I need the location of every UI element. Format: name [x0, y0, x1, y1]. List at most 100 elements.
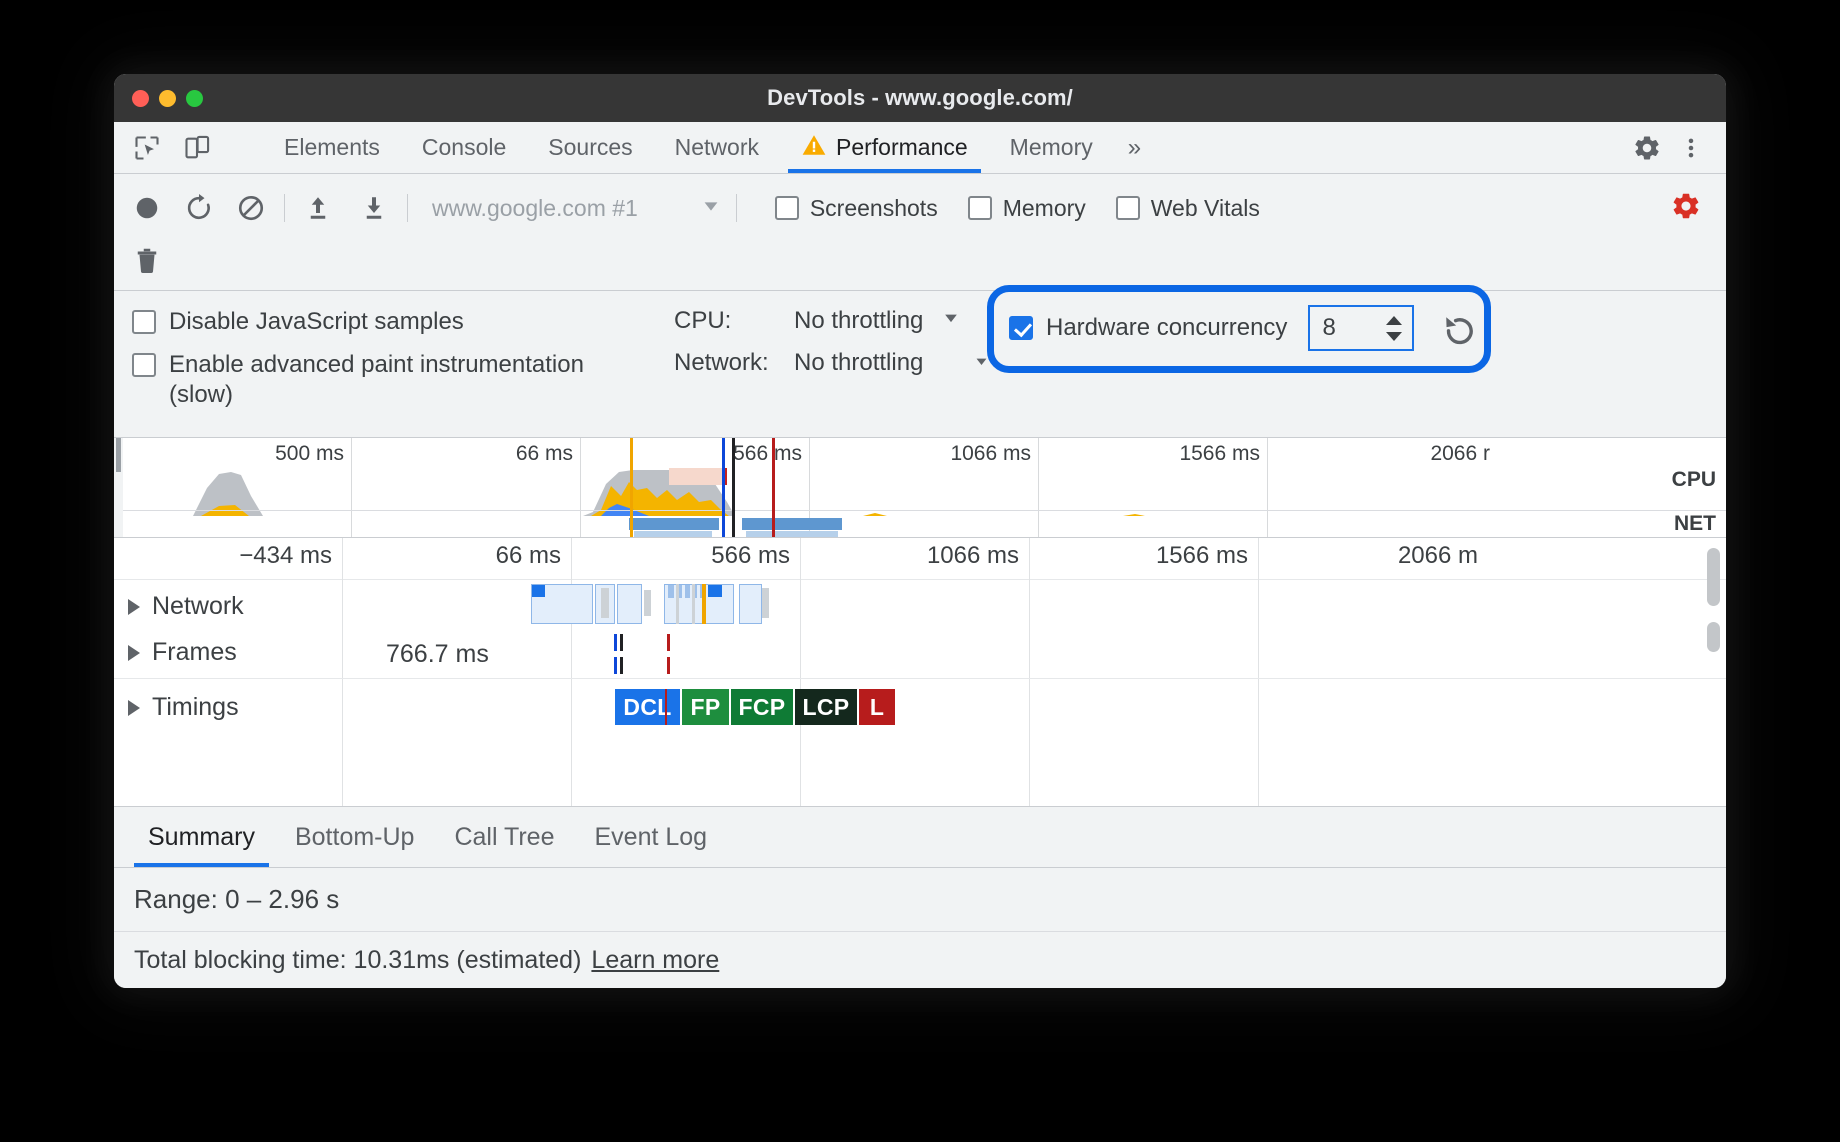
tracks-scrollbar-thumb[interactable]	[1707, 548, 1720, 606]
tab-event-log[interactable]: Event Log	[575, 807, 728, 867]
settings-left-column: Disable JavaScript samples Enable advanc…	[114, 301, 674, 423]
tab-summary-label: Summary	[148, 823, 255, 852]
status-bar: Total blocking time: 10.31ms (estimated)…	[114, 932, 1726, 988]
tab-call-tree[interactable]: Call Tree	[434, 807, 574, 867]
hardware-concurrency-input[interactable]: 8	[1308, 305, 1414, 351]
tab-bottom-up[interactable]: Bottom-Up	[275, 807, 434, 867]
window-title: DevTools - www.google.com/	[114, 85, 1726, 111]
advanced-paint-label: Enable advanced paint instrumentation (s…	[169, 350, 639, 411]
hardware-concurrency-value: 8	[1322, 314, 1335, 342]
web-vitals-checkbox[interactable]: Web Vitals	[1116, 195, 1260, 222]
overview-tick-2: 566 ms	[733, 442, 802, 466]
overview-tick-5: 2066 r	[1430, 442, 1490, 466]
tab-bottom-up-label: Bottom-Up	[295, 823, 414, 852]
track-network-header[interactable]: Network	[128, 592, 244, 621]
track-row-network[interactable]: Network	[114, 580, 1726, 630]
capture-settings-button[interactable]	[1670, 190, 1726, 227]
timing-chip-l[interactable]: L	[859, 689, 895, 725]
disable-js-samples-row[interactable]: Disable JavaScript samples	[132, 307, 674, 338]
screen: DevTools - www.google.com/	[0, 0, 1840, 1142]
network-request-bar[interactable]	[664, 584, 734, 624]
expand-chevron-right-icon[interactable]	[128, 700, 140, 716]
hardware-concurrency-stepper[interactable]	[1384, 315, 1404, 342]
toolbar-divider-2	[407, 194, 408, 222]
tab-performance-label: Performance	[836, 134, 968, 161]
overview-tick-1: 66 ms	[516, 442, 573, 466]
expand-chevron-right-icon[interactable]	[128, 599, 140, 615]
chevron-down-icon[interactable]	[700, 195, 722, 222]
device-toolbar-icon[interactable]	[178, 129, 216, 167]
network-request-bar[interactable]	[617, 584, 642, 624]
panel-tabs: Elements Console Sources Network	[263, 122, 1155, 173]
total-blocking-time-text: Total blocking time: 10.31ms (estimated)	[134, 946, 581, 975]
tab-sources[interactable]: Sources	[527, 122, 653, 173]
network-throttling-value[interactable]: No throttling	[794, 349, 923, 377]
load-marker-overview	[772, 438, 775, 537]
clear-recording-button[interactable]	[232, 189, 270, 227]
tracks-tick-1: 66 ms	[496, 542, 561, 570]
tracks-ruler: −434 ms 66 ms 566 ms 1066 ms 1566 ms 206…	[114, 538, 1726, 580]
overview-net-bar-3	[634, 531, 712, 538]
cpu-throttling-value[interactable]: No throttling	[794, 307, 923, 335]
kebab-menu-icon[interactable]	[1672, 129, 1710, 167]
track-frames-header[interactable]: Frames	[128, 638, 237, 667]
cpu-throttling-row[interactable]: CPU: No throttling	[674, 307, 1034, 335]
lcp-marker-frames	[620, 634, 623, 651]
tab-summary[interactable]: Summary	[128, 807, 275, 867]
overview-timeline[interactable]: 500 ms 66 ms 566 ms 1066 ms 1566 ms 2066…	[114, 438, 1726, 538]
timeline-tracks[interactable]: −434 ms 66 ms 566 ms 1066 ms 1566 ms 206…	[114, 538, 1726, 806]
web-vitals-checkbox-box[interactable]	[1116, 196, 1140, 220]
timing-chip-fp[interactable]: FP	[682, 689, 729, 725]
reload-and-record-button[interactable]	[180, 189, 218, 227]
screenshots-checkbox-box[interactable]	[775, 196, 799, 220]
capture-settings-gear-icon[interactable]	[1670, 190, 1702, 227]
hardware-concurrency-checkbox[interactable]	[1009, 316, 1033, 340]
network-throttling-row[interactable]: Network: No throttling	[674, 349, 1034, 377]
advanced-paint-row[interactable]: Enable advanced paint instrumentation (s…	[132, 350, 674, 411]
timing-chip-dcl-edge	[665, 689, 667, 725]
tab-performance[interactable]: Performance	[780, 122, 989, 173]
network-throttling-key: Network:	[674, 349, 794, 377]
detail-tabs: Summary Bottom-Up Call Tree Event Log	[114, 806, 1726, 868]
inspect-icon[interactable]	[128, 129, 166, 167]
load-profile-icon[interactable]	[299, 189, 337, 227]
learn-more-link[interactable]: Learn more	[591, 946, 719, 975]
track-timings-header[interactable]: Timings	[128, 693, 239, 722]
memory-checkbox-box[interactable]	[968, 196, 992, 220]
network-request-bar[interactable]	[739, 584, 762, 624]
cpu-chevron-down-icon[interactable]	[941, 307, 961, 335]
disable-js-samples-checkbox[interactable]	[132, 310, 156, 334]
record-button[interactable]	[128, 189, 166, 227]
network-request-queue	[668, 585, 674, 598]
memory-checkbox[interactable]: Memory	[968, 195, 1086, 222]
hardware-concurrency-control: Hardware concurrency 8	[1009, 305, 1477, 351]
tab-console[interactable]: Console	[401, 122, 527, 173]
track-row-frames[interactable]: Frames 766.7 ms	[114, 630, 1726, 678]
gear-icon[interactable]	[1628, 129, 1666, 167]
advanced-paint-checkbox[interactable]	[132, 353, 156, 377]
save-profile-icon[interactable]	[355, 189, 393, 227]
screenshots-checkbox[interactable]: Screenshots	[775, 195, 938, 222]
overview-tick-4: 1566 ms	[1179, 442, 1260, 466]
more-tabs-icon[interactable]: »	[1114, 122, 1155, 173]
tab-elements[interactable]: Elements	[263, 122, 401, 173]
overview-cpu-label: CPU	[1672, 468, 1716, 492]
tracks-tick-5: 2066 m	[1398, 542, 1478, 570]
profile-selector[interactable]: www.google.com #1	[432, 195, 722, 222]
track-row-timings[interactable]: Timings DCL FP FCP LCP L	[114, 678, 1726, 740]
expand-chevron-right-icon[interactable]	[128, 645, 140, 661]
fp-marker-overview	[630, 438, 633, 537]
timing-chip-dcl[interactable]: DCL	[615, 689, 680, 725]
tracks-tick-0: −434 ms	[239, 542, 332, 570]
fp-marker-network	[702, 584, 706, 624]
throttling-column: CPU: No throttling Network: No throttlin…	[674, 301, 1034, 391]
tab-network[interactable]: Network	[654, 122, 780, 173]
hardware-concurrency-reset-button[interactable]	[1441, 311, 1477, 345]
collect-garbage-icon[interactable]	[128, 242, 166, 280]
track-network-label: Network	[152, 592, 244, 621]
timing-chip-lcp[interactable]: LCP	[795, 689, 857, 725]
tracks-scrollbar-thumb[interactable]	[1707, 622, 1720, 652]
tab-elements-label: Elements	[284, 134, 380, 161]
timing-chip-fcp[interactable]: FCP	[731, 689, 793, 725]
tab-memory[interactable]: Memory	[989, 122, 1114, 173]
